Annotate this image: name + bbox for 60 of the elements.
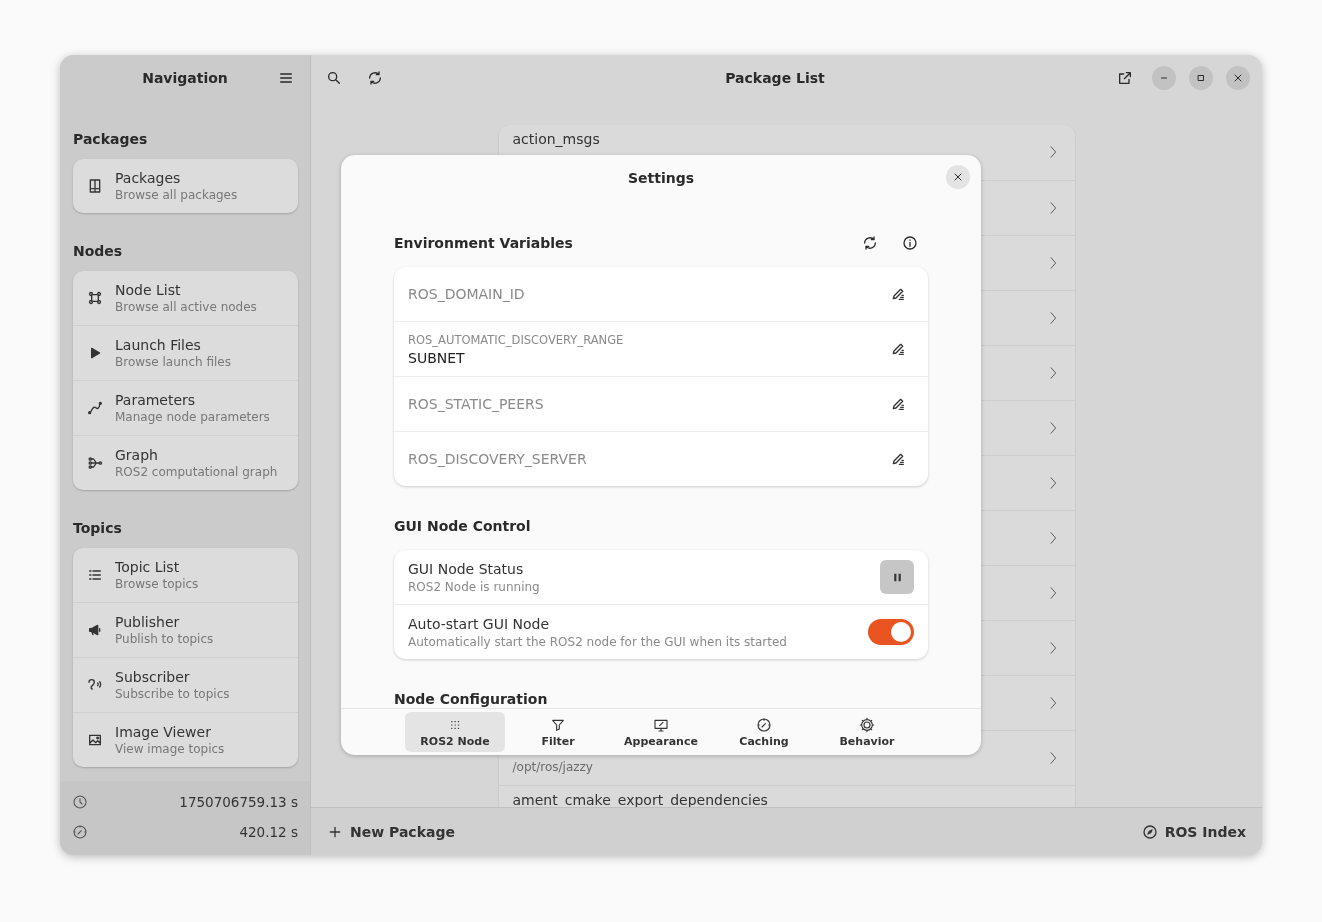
row-title: Auto-start GUI Node [408, 615, 551, 632]
megaphone-icon [87, 622, 103, 638]
gear-icon [859, 716, 875, 733]
sidebar-title: Navigation [142, 70, 228, 86]
curve-icon [87, 400, 103, 416]
list-icon [87, 567, 103, 583]
nav-item[interactable]: Graph ROS2 computational graph [73, 435, 298, 490]
close-button[interactable] [946, 165, 970, 189]
pencil-icon [890, 396, 906, 412]
nav-item[interactable]: Subscriber Subscribe to topics [73, 657, 298, 712]
info-icon [902, 235, 918, 251]
external-link-icon [1117, 70, 1133, 86]
book-icon [87, 178, 103, 194]
pause-button[interactable] [880, 560, 914, 594]
nav-item[interactable]: Node List Browse all active nodes [73, 271, 298, 325]
nodes-icon [87, 290, 103, 306]
row-subtitle: Automatically start the ROS2 node for the GUI when its started [408, 634, 787, 649]
env-row[interactable]: ROS_DOMAIN_ID [394, 267, 928, 321]
graph-icon [87, 455, 103, 471]
nav-item[interactable]: Packages Browse all packages [73, 159, 298, 213]
image-icon [87, 732, 103, 748]
row-subtitle: ROS2 Node is running [408, 579, 540, 594]
window-title: Package List [724, 70, 826, 86]
close-icon [1232, 72, 1244, 84]
pencil-icon [890, 341, 906, 357]
refresh-icon [367, 70, 383, 86]
status-value: 1750706759.13 s [179, 794, 298, 810]
nav-item[interactable]: Publisher Publish to topics [73, 602, 298, 657]
pencil-icon [890, 451, 906, 467]
close-button[interactable] [1226, 66, 1250, 90]
row-title: GUI Node Status [408, 560, 525, 577]
compass-icon [1141, 823, 1158, 840]
section-heading: Topics [73, 520, 123, 536]
maximize-icon [1195, 72, 1207, 84]
menu-icon [278, 70, 294, 86]
pencil-icon [890, 286, 906, 302]
section-heading: Packages [73, 131, 149, 147]
section-heading: Environment Variables [394, 234, 574, 253]
nav-item[interactable]: Launch Files Browse launch files [73, 325, 298, 380]
nav-item[interactable]: Image Viewer View image topics [73, 712, 298, 767]
maximize-button[interactable] [1189, 66, 1213, 90]
ear-icon [87, 677, 103, 693]
section-heading: Node Configuration [394, 690, 549, 708]
nav-item[interactable]: Parameters Manage node parameters [73, 380, 298, 435]
new-package-button[interactable]: New Package [327, 823, 455, 840]
status-value: 420.12 s [239, 824, 298, 840]
toggle-switch[interactable] [868, 619, 914, 645]
ros-index-button[interactable]: ROS Index [1141, 823, 1246, 840]
dialog-title: Settings [627, 170, 695, 186]
section-heading: Nodes [73, 243, 124, 259]
refresh-icon [862, 235, 878, 251]
search-icon [326, 70, 342, 86]
clock-icon [72, 794, 88, 810]
env-row[interactable]: ROS_AUTOMATIC_DISCOVERY_RANGE SUBNET [394, 321, 928, 376]
close-icon [952, 171, 964, 183]
nav-item[interactable]: Topic List Browse topics [73, 548, 298, 602]
gauge-icon [72, 824, 88, 840]
section-heading: GUI Node Control [394, 517, 532, 536]
tab[interactable]: ROS2 Node [405, 712, 505, 752]
gauge-icon [756, 716, 772, 733]
